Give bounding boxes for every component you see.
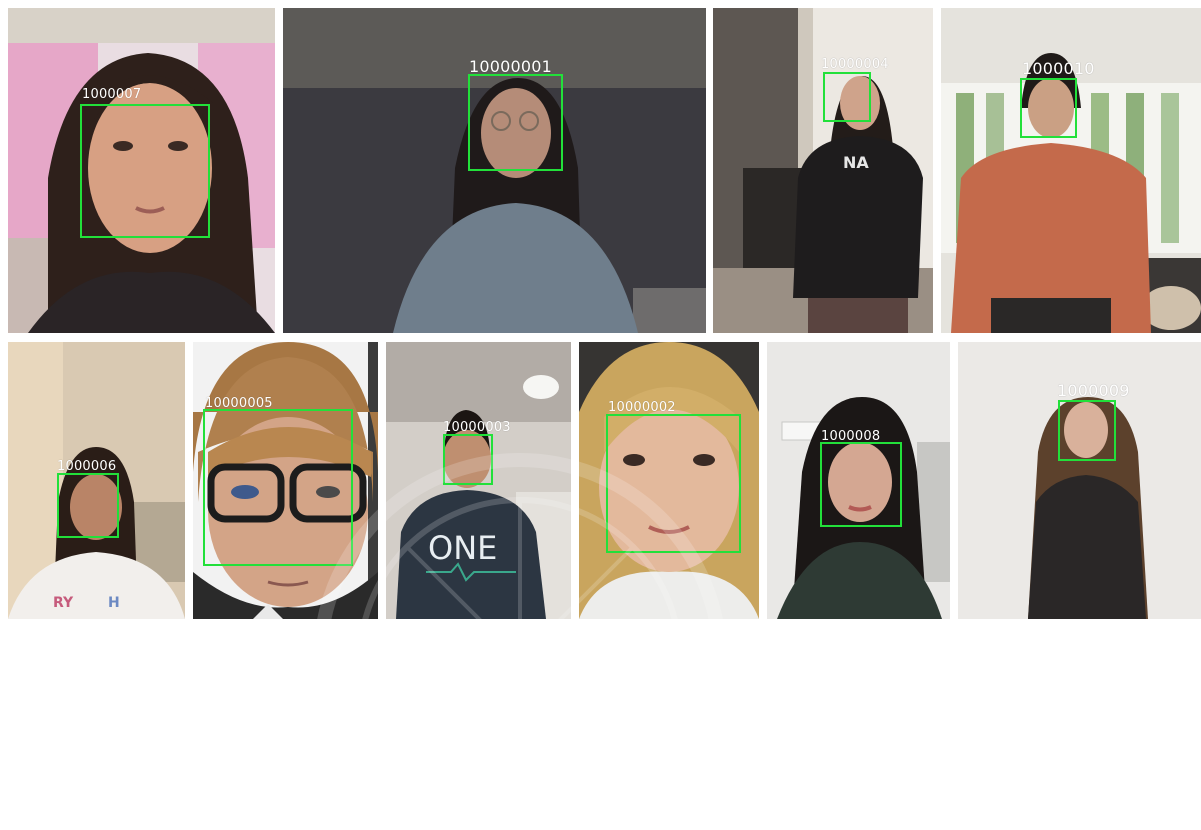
face-detection-box [823,72,871,122]
face-id-label: 1000006 [57,459,117,474]
photo-tile-3: NA 10000004 [713,8,933,333]
face-detection-box [606,414,741,553]
face-detection-box [80,104,210,238]
photo-tile-10: 1000009 [958,342,1201,619]
face-detection-box [57,473,119,538]
svg-text:NA: NA [843,153,869,172]
face-id-label: 10000003 [443,420,511,435]
face-detection-box [1020,78,1077,138]
photo-tile-4: 1000010 [941,8,1201,333]
face-id-label: 1000008 [821,429,881,444]
face-id-label: 1000007 [82,87,142,102]
face-id-label: 10000001 [469,57,553,76]
face-detection-box [1058,400,1116,461]
face-id-label: 10000002 [608,400,676,415]
photo-tile-7: ONE 10000003 [386,342,571,619]
photo-man-orange-shirt [941,8,1201,333]
face-id-label: 1000010 [1022,59,1095,78]
shirt-print-text: ONE [428,529,497,567]
photo-tile-9: 1000008 [767,342,950,619]
face-detection-box [468,74,563,171]
photo-tile-6: 10000005 [193,342,378,619]
photo-tile-5: RY H 1000006 [8,342,185,619]
face-detection-box [443,434,493,485]
svg-text:H: H [108,595,120,611]
face-detection-box [820,442,902,527]
face-id-label: 1000009 [1057,381,1130,400]
face-id-label: 10000004 [821,57,889,72]
photo-tile-1: 1000007 [8,8,275,333]
photo-tile-2: 10000001 [283,8,706,333]
photo-tile-8: 10000002 [579,342,759,619]
svg-text:RY: RY [53,595,74,611]
face-detection-box [203,409,353,566]
face-id-label: 10000005 [205,396,273,411]
